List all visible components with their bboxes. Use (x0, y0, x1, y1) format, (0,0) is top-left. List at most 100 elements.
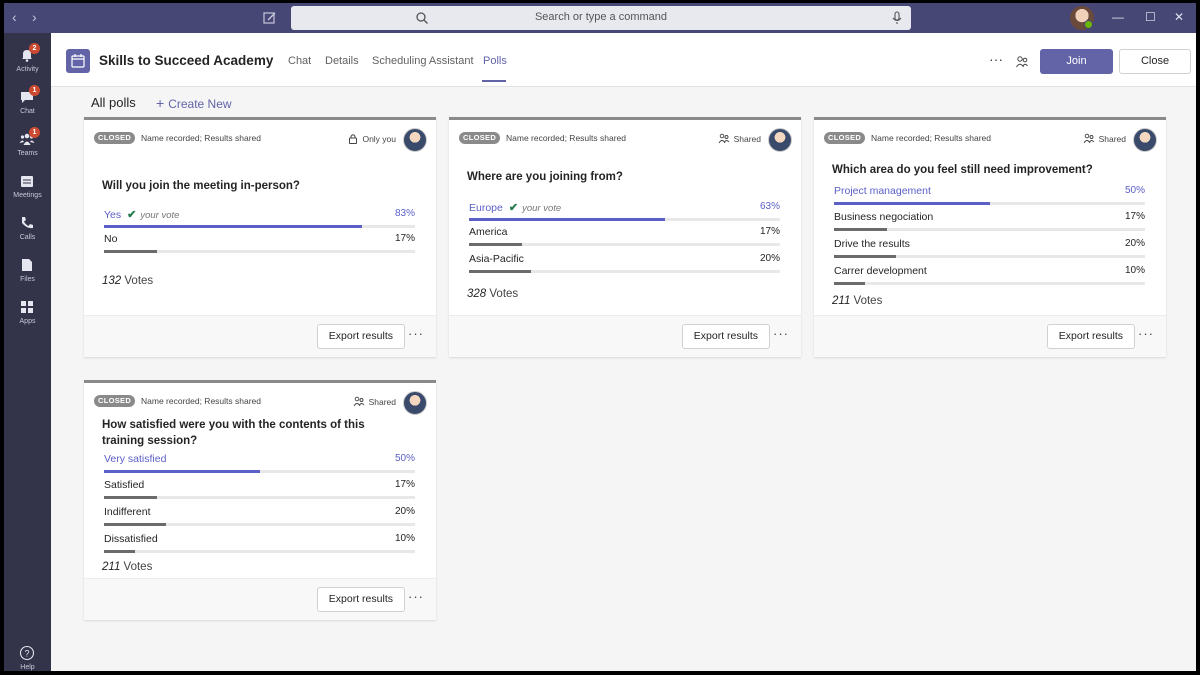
rail-item-apps[interactable]: Apps (4, 293, 51, 335)
option-label: Indifferent (104, 506, 151, 518)
close-window-icon[interactable]: ✕ (1174, 11, 1184, 23)
option-percent: 17% (394, 479, 415, 490)
rail-label: Apps (19, 318, 36, 325)
result-bar-fill (104, 225, 363, 228)
more-options-icon[interactable]: ··· (1138, 326, 1154, 341)
participants-icon[interactable] (1015, 55, 1029, 69)
export-results-button[interactable]: Export results (316, 587, 405, 612)
tab-polls[interactable]: Polls (483, 55, 507, 67)
vote-count: 211 Votes (832, 295, 882, 307)
tab-scheduling-assistant[interactable]: Scheduling Assistant (372, 55, 474, 67)
poll-option: Asia-Pacific 20% (469, 253, 780, 273)
forward-arrow-icon[interactable]: › (32, 10, 37, 24)
export-results-button[interactable]: Export results (681, 324, 770, 349)
vote-word: Votes (489, 288, 519, 300)
vote-number: 211 (832, 295, 851, 307)
calendar-meeting-icon (66, 49, 90, 73)
presence-available-icon (1084, 20, 1093, 29)
option-label-row: Project management (834, 185, 931, 197)
create-new-button[interactable]: + Create New (156, 95, 232, 111)
more-options-icon[interactable]: ··· (408, 589, 424, 604)
option-label-row: Indifferent (104, 506, 151, 518)
option-label-row: Business negociation (834, 211, 933, 223)
option-label: Dissatisfied (104, 533, 158, 545)
option-label: Very satisfied (104, 453, 167, 465)
more-options-icon[interactable]: ··· (773, 326, 789, 341)
microphone-icon[interactable] (891, 11, 903, 25)
notification-badge: 2 (29, 43, 40, 54)
result-bar-fill (104, 523, 167, 526)
result-bar-track (104, 225, 415, 228)
option-percent: 20% (394, 506, 415, 517)
option-label-row: Carrer development (834, 265, 927, 277)
vote-number: 211 (102, 561, 121, 573)
rail-item-calls[interactable]: Calls (4, 209, 51, 251)
search-input[interactable]: Search or type a command (291, 6, 911, 30)
status-badge: CLOSED (824, 132, 866, 144)
minimize-icon[interactable]: — (1112, 11, 1124, 23)
vote-word: Votes (123, 561, 153, 573)
rail-item-activity[interactable]: 2 Activity (4, 41, 51, 83)
vote-count: 132 Votes (102, 275, 153, 287)
visibility-label: Shared (733, 134, 761, 144)
share-people-icon (718, 133, 734, 144)
close-button[interactable]: Close (1119, 49, 1191, 74)
result-bar-fill (469, 218, 665, 221)
visibility-label: Only you (362, 134, 396, 144)
compose-icon[interactable] (262, 10, 278, 26)
more-options-icon[interactable]: ··· (989, 51, 1003, 67)
export-results-button[interactable]: Export results (1046, 324, 1135, 349)
rail-label: Chat (20, 108, 35, 115)
result-bar-track (104, 550, 415, 553)
result-bar-fill (104, 496, 157, 499)
meeting-view: Skills to Succeed Academy Chat Details S… (51, 33, 1196, 671)
result-bar-fill (834, 255, 897, 258)
teams-window: ‹ › Search or type a command — ☐ ✕ 2 Acti… (4, 3, 1196, 671)
status-badge: CLOSED (94, 395, 136, 407)
vote-number: 328 (467, 288, 487, 300)
poll-option: Carrer development 10% (834, 265, 1145, 285)
vote-word: Votes (853, 295, 883, 307)
more-options-icon[interactable]: ··· (408, 326, 424, 341)
active-tab-indicator (482, 80, 506, 82)
poll-option: Dissatisfied 10% (104, 533, 415, 553)
join-button[interactable]: Join (1040, 49, 1113, 74)
poll-card-footer: Export results ··· (84, 315, 436, 357)
vote-number: 132 (102, 275, 122, 287)
result-bar-track (104, 470, 415, 473)
option-label-row: No (104, 233, 117, 245)
maximize-icon[interactable]: ☐ (1145, 11, 1156, 23)
option-percent: 10% (1124, 265, 1145, 276)
tab-details[interactable]: Details (325, 55, 359, 67)
result-bar-fill (104, 250, 157, 253)
rail-item-help[interactable]: ? Help (4, 639, 51, 671)
your-vote-label: your vote (522, 203, 562, 214)
rail-item-files[interactable]: Files (4, 251, 51, 293)
result-bar-track (104, 523, 415, 526)
back-arrow-icon[interactable]: ‹ (12, 10, 17, 24)
export-results-button[interactable]: Export results (316, 324, 405, 349)
result-bar-track (104, 496, 415, 499)
rail-item-teams[interactable]: 1 Teams (4, 125, 51, 167)
option-percent: 63% (759, 201, 780, 212)
poll-card: CLOSED Name recorded; Results shared Share… (814, 117, 1166, 357)
rail-label: Help (20, 664, 35, 671)
rail-label: Files (20, 276, 35, 283)
create-new-label: Create New (168, 97, 232, 111)
poll-card-footer: Export results ··· (449, 315, 801, 357)
option-label: America (469, 226, 508, 238)
tab-chat[interactable]: Chat (288, 55, 311, 67)
result-bar-track (469, 218, 780, 221)
option-percent: 83% (394, 208, 415, 219)
poll-option: Yes ✔ your vote 83% (104, 208, 415, 228)
notification-badge: 1 (29, 127, 40, 138)
option-label-row: Europe ✔ your vote (469, 201, 561, 214)
poll-option: Project management 50% (834, 185, 1145, 205)
poll-settings-text: Name recorded; Results shared (141, 133, 262, 143)
all-polls-heading: All polls (91, 95, 136, 110)
visibility-indicator: Shared (1083, 133, 1126, 144)
rail-item-chat[interactable]: 1 Chat (4, 83, 51, 125)
result-bar-fill (469, 243, 522, 246)
rail-item-meetings[interactable]: Meetings (4, 167, 51, 209)
notification-badge: 1 (29, 85, 40, 96)
